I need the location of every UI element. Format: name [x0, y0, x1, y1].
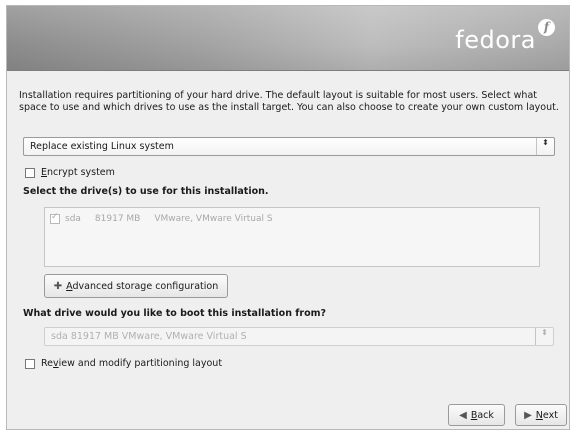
select-arrows-icon: ⬍ [535, 328, 553, 345]
drive-size: 81917 MB [94, 214, 141, 224]
drive-list[interactable]: sda 81917 MB VMware, VMware Virtual S [44, 207, 540, 267]
advanced-storage-button[interactable]: ✚ Advanced storage configuration [44, 274, 228, 298]
add-icon: ✚ [53, 280, 63, 292]
fedora-infinity-icon: f [538, 19, 555, 36]
encrypt-system-row[interactable]: Encrypt system [25, 167, 115, 178]
boot-drive-select[interactable]: sda 81917 MB VMware, VMware Virtual S ⬍ [44, 327, 554, 346]
drive-checkbox[interactable] [50, 212, 60, 224]
drives-heading: Select the drive(s) to use for this inst… [23, 186, 269, 197]
encrypt-system-label: Encrypt system [41, 167, 115, 178]
back-label: Back [470, 409, 494, 421]
drive-device: sda [65, 214, 81, 224]
boot-drive-value: sda 81917 MB VMware, VMware Virtual S [51, 331, 247, 342]
review-layout-checkbox[interactable] [25, 358, 35, 369]
layout-type-select[interactable]: Replace existing Linux system ⬍ [23, 137, 555, 156]
installer-window: fedora f Installation requires partition… [6, 5, 570, 430]
drive-list-item[interactable]: sda 81917 MB VMware, VMware Virtual S [50, 212, 287, 224]
header-banner: fedora f [7, 6, 569, 71]
fedora-logo: fedora [455, 26, 536, 54]
encrypt-system-checkbox[interactable] [25, 167, 35, 178]
drive-model: VMware, VMware Virtual S [154, 214, 273, 224]
next-button[interactable]: ▶ Next [515, 404, 567, 426]
layout-type-value: Replace existing Linux system [30, 141, 174, 152]
select-arrows-icon: ⬍ [536, 138, 554, 155]
next-label: Next [535, 409, 558, 421]
next-arrow-icon: ▶ [524, 409, 532, 421]
review-layout-label: Review and modify partitioning layout [41, 358, 223, 369]
intro-text: Installation requires partitioning of yo… [19, 90, 559, 113]
boot-drive-heading: What drive would you like to boot this i… [23, 308, 327, 319]
advanced-storage-label: Advanced storage configuration [66, 280, 219, 292]
back-button[interactable]: ◀ Back [448, 404, 505, 426]
back-arrow-icon: ◀ [459, 409, 467, 421]
review-layout-row[interactable]: Review and modify partitioning layout [25, 358, 222, 369]
